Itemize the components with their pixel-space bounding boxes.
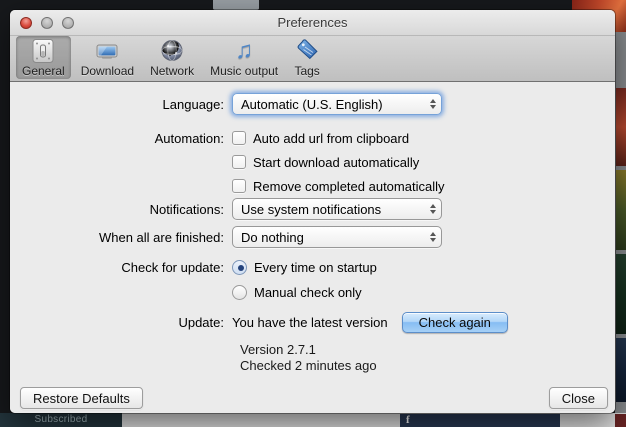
facebook-icon: f bbox=[406, 414, 410, 426]
when-finished-select[interactable]: Do nothing bbox=[232, 226, 442, 248]
update-startup-radio[interactable] bbox=[232, 259, 247, 275]
zoom-window-button[interactable] bbox=[62, 17, 74, 29]
language-select[interactable]: Automatic (U.S. English) bbox=[232, 93, 442, 115]
tab-music-output[interactable]: ♫ Music output bbox=[204, 36, 284, 79]
preferences-toolbar: General Download Network ♫ Music output … bbox=[10, 36, 615, 82]
check-again-button[interactable]: Check again bbox=[401, 311, 508, 333]
tab-network[interactable]: Network bbox=[144, 36, 200, 79]
close-window-button[interactable] bbox=[20, 17, 32, 29]
version-text: Version 2.7.1 bbox=[240, 342, 316, 357]
popup-arrows-icon bbox=[430, 199, 436, 219]
tab-tags[interactable]: Tags bbox=[288, 36, 326, 79]
notifications-value: Use system notifications bbox=[241, 201, 382, 217]
update-label: Update: bbox=[178, 314, 224, 330]
background-corner bbox=[615, 414, 626, 427]
tab-tags-label: Tags bbox=[294, 64, 320, 78]
globe-icon bbox=[159, 38, 185, 64]
music-note-icon: ♫ bbox=[235, 37, 254, 64]
when-finished-label: When all are finished: bbox=[98, 229, 224, 245]
popup-arrows-icon bbox=[430, 227, 436, 247]
background-subscribed-text: Subscribed bbox=[0, 413, 122, 427]
start-download-checkbox[interactable] bbox=[232, 155, 246, 169]
background-thumbnail bbox=[616, 170, 626, 250]
background-social-bar: f bbox=[400, 414, 560, 427]
start-download-label: Start download automatically bbox=[253, 154, 420, 170]
popup-arrows-icon bbox=[430, 94, 436, 114]
update-manual-label: Manual check only bbox=[254, 284, 362, 300]
tab-download-label: Download bbox=[80, 64, 135, 78]
update-startup-label: Every time on startup bbox=[254, 259, 377, 275]
background-thumbnail bbox=[616, 88, 626, 166]
update-status-text: You have the latest version bbox=[232, 314, 388, 330]
check-update-label: Check for update: bbox=[121, 259, 224, 275]
restore-defaults-button[interactable]: Restore Defaults bbox=[20, 387, 143, 409]
automation-label: Automation: bbox=[154, 130, 224, 146]
minimize-window-button[interactable] bbox=[41, 17, 53, 29]
tab-download[interactable]: Download bbox=[75, 36, 140, 79]
remove-completed-label: Remove completed automatically bbox=[253, 178, 445, 194]
language-label: Language: bbox=[162, 96, 224, 112]
notifications-select[interactable]: Use system notifications bbox=[232, 198, 442, 220]
tab-general-label: General bbox=[22, 64, 65, 78]
tab-music-output-label: Music output bbox=[210, 64, 279, 78]
notifications-label: Notifications: bbox=[149, 201, 224, 217]
last-checked-text: Checked 2 minutes ago bbox=[240, 358, 377, 373]
background-thumbnail bbox=[616, 254, 626, 334]
window-title: Preferences bbox=[277, 15, 348, 30]
close-button[interactable]: Close bbox=[548, 387, 608, 409]
background-window-fragment bbox=[213, 0, 259, 10]
switch-icon bbox=[30, 38, 56, 64]
update-manual-radio[interactable] bbox=[232, 284, 247, 300]
auto-add-url-checkbox[interactable] bbox=[232, 131, 246, 145]
tag-icon bbox=[294, 38, 320, 64]
monitor-icon bbox=[94, 38, 120, 64]
tab-general[interactable]: General bbox=[16, 36, 71, 79]
when-finished-value: Do nothing bbox=[241, 229, 304, 245]
background-thumbnail bbox=[616, 338, 626, 402]
preferences-content: Language: Automatic (U.S. English) Autom… bbox=[10, 83, 615, 413]
preferences-window: Preferences General Download Network ♫ M… bbox=[10, 10, 615, 413]
auto-add-url-label: Auto add url from clipboard bbox=[253, 130, 410, 146]
title-bar[interactable]: Preferences bbox=[10, 10, 615, 36]
remove-completed-checkbox[interactable] bbox=[232, 179, 246, 193]
tab-network-label: Network bbox=[150, 64, 195, 78]
language-value: Automatic (U.S. English) bbox=[241, 96, 383, 112]
